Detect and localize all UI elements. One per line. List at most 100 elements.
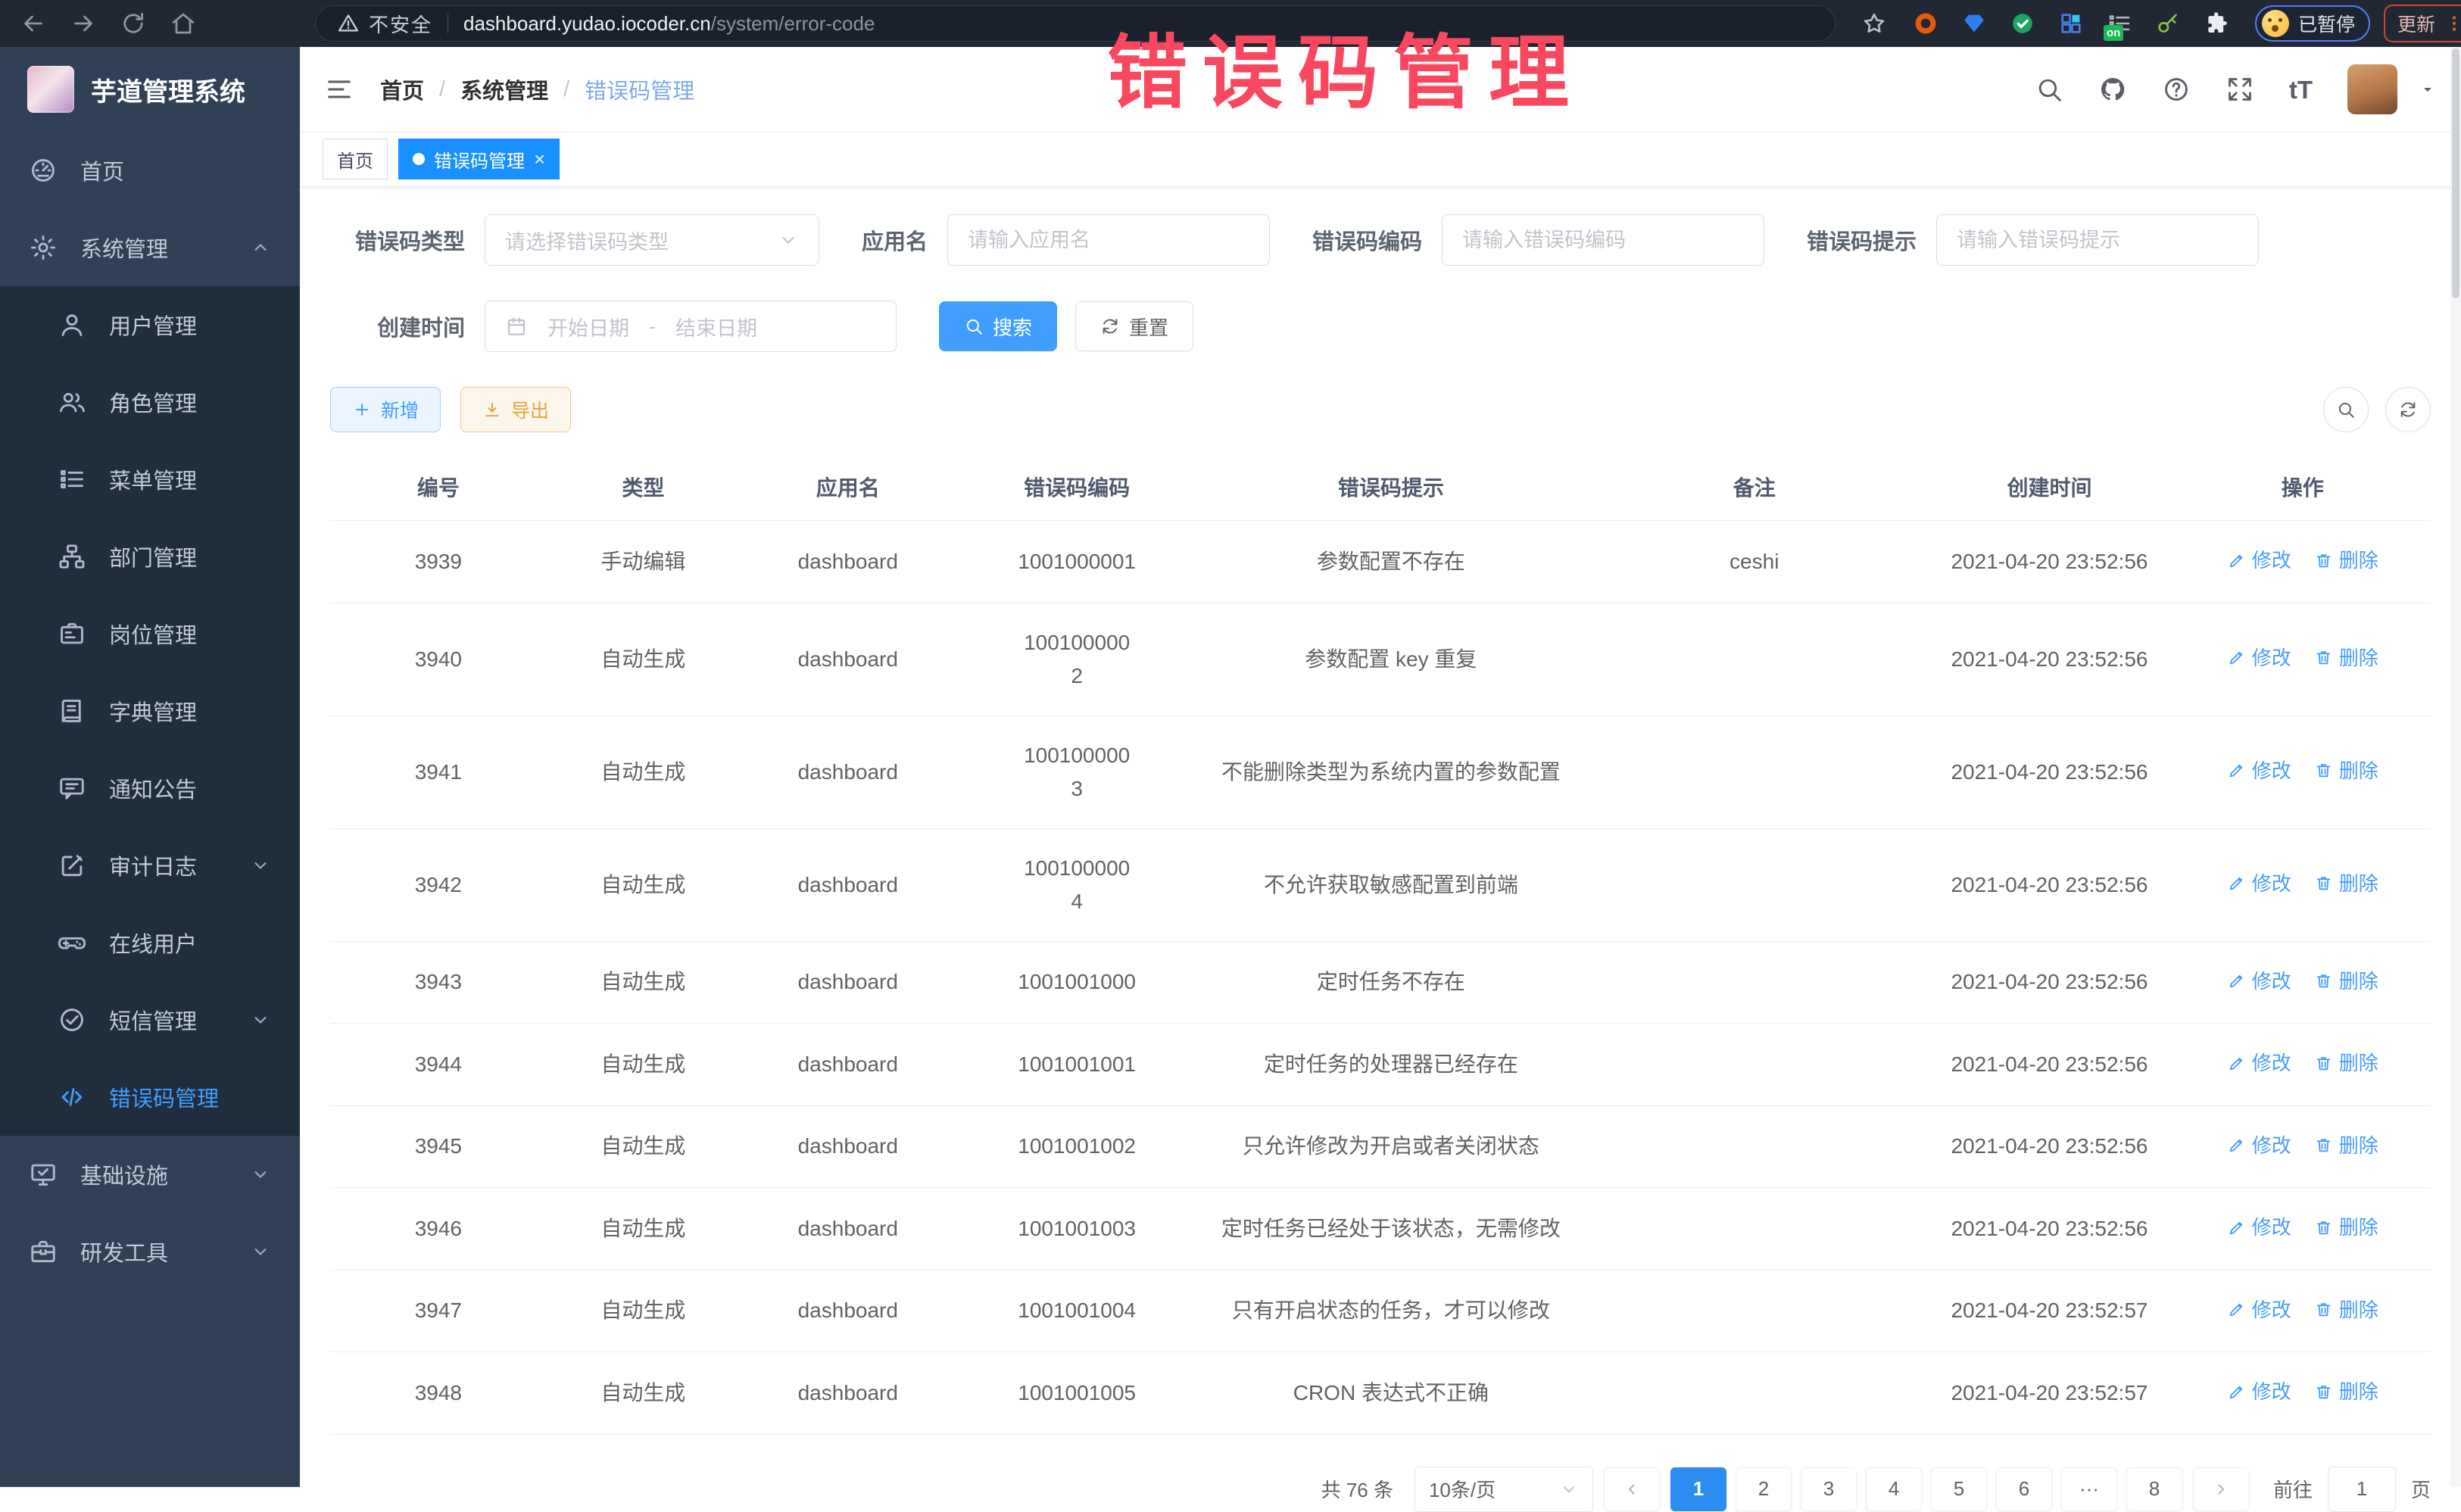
edit-link[interactable]: 修改 [2227,544,2291,577]
sidebar-item-infra[interactable]: 基础设施 [0,1136,300,1213]
browser-home-icon[interactable] [170,10,197,37]
cell-memo [1584,1270,1924,1352]
date-range-picker[interactable]: 开始日期 - 结束日期 [485,301,897,352]
browser-menu-dots-icon[interactable] [2444,14,2461,33]
search-button[interactable]: 搜索 [939,301,1057,351]
goto-page-input[interactable] [2328,1467,2396,1512]
extension-dark-list-icon[interactable]: on [2107,11,2132,36]
sidebar-item-online-user[interactable]: 在线用户 [0,904,300,981]
user-avatar[interactable] [2347,64,2397,114]
extension-green-check-icon[interactable] [2010,11,2035,36]
delete-link[interactable]: 删除 [2314,1375,2378,1408]
page-scrollbar[interactable] [2450,47,2461,1487]
edit-link[interactable]: 修改 [2227,1129,2291,1162]
extension-orange-ring-icon[interactable] [1913,11,1939,36]
scrollbar-thumb[interactable] [2452,48,2459,298]
sidebar-item-notice[interactable]: 通知公告 [0,750,300,827]
error-code-input[interactable] [1443,217,1764,263]
delete-link[interactable]: 删除 [2314,754,2378,787]
sidebar-item-system[interactable]: 系统管理 [0,209,300,286]
edit-link[interactable]: 修改 [2227,1046,2291,1080]
edit-link[interactable]: 修改 [2227,754,2291,787]
prev-page-button[interactable] [1604,1467,1660,1511]
browser-reload-icon[interactable] [120,10,147,37]
sidebar-item-error-code[interactable]: 错误码管理 [0,1058,300,1136]
error-type-select[interactable]: 请选择错误码类型 [485,214,819,266]
edit-link[interactable]: 修改 [2227,1375,2291,1408]
tag-item[interactable]: 首页 [323,139,388,179]
page-button-6[interactable]: 6 [1996,1467,2052,1511]
browser-update-button[interactable]: 更新 [2384,5,2461,42]
avatar-caret-down-icon[interactable] [2419,80,2437,98]
browser-forward-icon[interactable] [70,10,97,37]
page-button-8[interactable]: 8 [2126,1467,2182,1511]
extension-puzzle-icon[interactable] [2204,11,2229,36]
sidebar-item-role[interactable]: 角色管理 [0,363,300,441]
edit-link[interactable]: 修改 [2227,641,2291,675]
message-check-icon [58,1005,86,1034]
edit-link[interactable]: 修改 [2227,965,2291,998]
toggle-search-button[interactable] [2323,387,2369,432]
delete-link[interactable]: 删除 [2314,1211,2378,1244]
fullscreen-icon[interactable] [2226,75,2254,104]
page-button-2[interactable]: 2 [1736,1467,1792,1511]
bookmark-star-icon[interactable] [1861,11,1887,36]
delete-link[interactable]: 删除 [2314,1129,2378,1162]
page-size-select[interactable]: 10条/页 [1415,1467,1593,1512]
delete-link[interactable]: 删除 [2314,641,2378,675]
sidebar-item-home[interactable]: 首页 [0,132,300,209]
delete-link[interactable]: 删除 [2314,965,2378,998]
sidebar-item-dev-tools[interactable]: 研发工具 [0,1213,300,1290]
extension-blue-gem-icon[interactable] [1961,11,1987,36]
delete-link[interactable]: 删除 [2314,544,2378,577]
chevron-down-icon [250,1009,271,1030]
extension-green-key-icon[interactable] [2155,11,2181,36]
sidebar-item-dict[interactable]: 字典管理 [0,672,300,750]
close-icon[interactable]: × [534,149,545,169]
export-button[interactable]: 导出 [460,387,571,432]
tag-label: 错误码管理 [434,146,525,173]
reset-button[interactable]: 重置 [1075,301,1193,351]
page-button-1[interactable]: 1 [1670,1467,1726,1511]
sidebar-item-sms[interactable]: 短信管理 [0,981,300,1058]
sidebar-item-audit-log[interactable]: 审计日志 [0,827,300,904]
edit-link[interactable]: 修改 [2227,867,2291,900]
next-page-button[interactable] [2193,1467,2249,1511]
edit-link[interactable]: 修改 [2227,1293,2291,1327]
error-msg-input[interactable] [1937,217,2258,263]
page-button-4[interactable]: 4 [1866,1467,1922,1511]
sidebar-item-dept[interactable]: 部门管理 [0,518,300,595]
sidebar-item-menu[interactable]: 菜单管理 [0,441,300,518]
profile-paused-badge[interactable]: 已暂停 [2255,5,2370,42]
page-button-3[interactable]: 3 [1801,1467,1857,1511]
refresh-table-button[interactable] [2385,387,2431,432]
delete-link[interactable]: 删除 [2314,1046,2378,1080]
help-icon[interactable] [2162,75,2191,104]
sidebar-item-post[interactable]: 岗位管理 [0,595,300,672]
extension-blue-grid-icon[interactable] [2058,11,2084,36]
add-button[interactable]: 新增 [330,387,441,432]
chevron-right-icon [2212,1480,2230,1498]
github-icon[interactable] [2098,75,2127,104]
sidebar-item-user[interactable]: 用户管理 [0,286,300,363]
edit-link[interactable]: 修改 [2227,1211,2291,1244]
logo[interactable]: 芋道管理系统 [0,47,300,132]
hamburger-icon[interactable] [324,74,354,104]
delete-link[interactable]: 删除 [2314,867,2378,900]
font-size-icon[interactable]: tT [2289,77,2313,102]
delete-link[interactable]: 删除 [2314,1293,2378,1327]
header-search-icon[interactable] [2035,75,2063,104]
page-button-5[interactable]: 5 [1931,1467,1987,1511]
tag-active[interactable]: 错误码管理 × [398,139,560,179]
address-bar[interactable]: 不安全 dashboard.yudao.iocoder.cn/system/er… [315,5,1836,42]
browser-back-icon[interactable] [20,10,47,37]
breadcrumb-system[interactable]: 系统管理 [460,73,548,105]
sidebar-item-label: 在线用户 [109,927,197,959]
trash-icon [2314,648,2333,667]
breadcrumb-home[interactable]: 首页 [380,73,424,105]
app-name-input[interactable] [948,217,1269,263]
chevron-down-icon [250,855,271,876]
cell-type: 自动生成 [547,1352,740,1435]
pager-more-button[interactable]: ··· [2061,1467,2117,1511]
table-row: 3940自动生成dashboard1001000002参数配置 key 重复20… [330,603,2431,715]
